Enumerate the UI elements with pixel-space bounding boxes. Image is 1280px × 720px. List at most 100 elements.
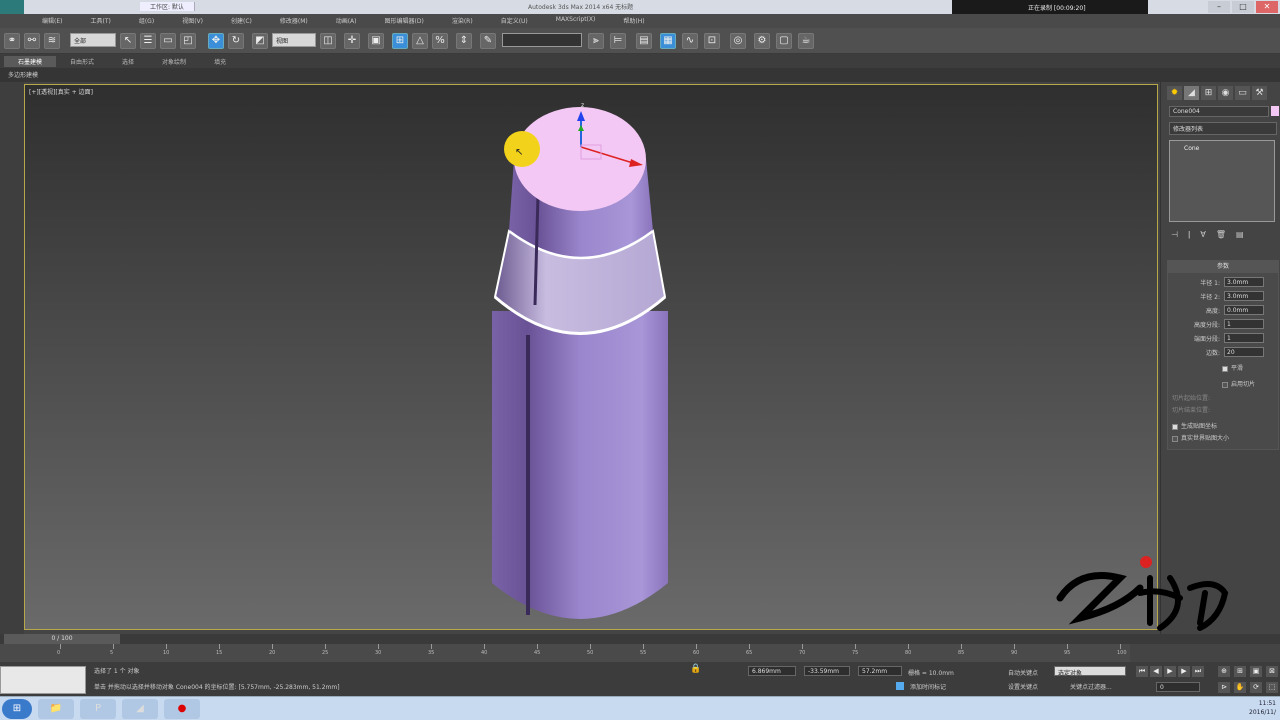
bind-space-warp-icon[interactable]: ≋	[44, 33, 60, 49]
smooth-checkbox[interactable]: 平滑	[1222, 363, 1243, 372]
next-frame-icon[interactable]: ▶	[1178, 666, 1190, 677]
track-bar[interactable]: 0 5 10 15 20 25 30 35 40 45 50 55 60 65 70 75 80 85 90 95 10…	[0, 644, 1130, 662]
unlink-icon[interactable]: ⚯	[24, 33, 40, 49]
3dsmax-icon[interactable]: ◢	[122, 699, 158, 719]
remove-modifier-icon[interactable]: 🗑	[1216, 230, 1226, 239]
zoom-extents-icon[interactable]: ▣	[1250, 666, 1262, 677]
menu-animation[interactable]: 动画(A)	[322, 16, 371, 25]
maximize-button[interactable]: □	[1232, 1, 1254, 13]
y-coord-field[interactable]: -33.59mm	[804, 666, 850, 676]
maximize-viewport-icon[interactable]: ⬚	[1266, 682, 1278, 693]
layer-manager-icon[interactable]: ▤	[636, 33, 652, 49]
orbit-icon[interactable]: ⟳	[1250, 682, 1262, 693]
link-icon[interactable]: ⚭	[4, 33, 20, 49]
photoshop-icon[interactable]: P	[80, 699, 116, 719]
menu-rendering[interactable]: 渲染(R)	[438, 16, 487, 25]
hierarchy-tab-icon[interactable]: ⊞	[1201, 86, 1216, 100]
file-explorer-icon[interactable]: 📁	[38, 699, 74, 719]
key-filters-button[interactable]: 关键点过滤器...	[1070, 682, 1112, 691]
menu-views[interactable]: 视图(V)	[168, 16, 217, 25]
lock-selection-icon[interactable]: 🔒	[690, 664, 701, 674]
display-tab-icon[interactable]: ▭	[1235, 86, 1250, 100]
tab-selection[interactable]: 选择	[108, 56, 148, 67]
selection-filter-select[interactable]: 全部	[70, 33, 116, 47]
percent-snap-icon[interactable]: %	[432, 33, 448, 49]
tab-graphite[interactable]: 石墨建模	[4, 56, 57, 67]
object-name-field[interactable]: Cone004	[1169, 106, 1269, 117]
window-crossing-icon[interactable]: ◰	[180, 33, 196, 49]
keyboard-shortcut-icon[interactable]: ▣	[368, 33, 384, 49]
menu-edit[interactable]: 编辑(E)	[28, 16, 76, 25]
spinner-snap-icon[interactable]: ⇕	[456, 33, 472, 49]
minimize-button[interactable]: –	[1208, 1, 1230, 13]
modifier-stack[interactable]: Cone	[1169, 140, 1275, 222]
pivot-center-icon[interactable]: ◫	[320, 33, 336, 49]
zoom-extents-all-icon[interactable]: ⊠	[1266, 666, 1278, 677]
utilities-tab-icon[interactable]: ⚒	[1252, 86, 1267, 100]
menu-customize[interactable]: 自定义(U)	[487, 16, 542, 25]
modifier-list-select[interactable]: 修改器列表	[1169, 122, 1277, 135]
menu-graph-editors[interactable]: 图形编辑器(D)	[371, 16, 438, 25]
set-key-button[interactable]: 设置关键点	[1008, 682, 1038, 691]
prev-frame-icon[interactable]: ◀	[1150, 666, 1162, 677]
menu-maxscript[interactable]: MAXScript(X)	[542, 16, 610, 25]
tab-object-paint[interactable]: 对象绘制	[148, 56, 200, 67]
select-object-icon[interactable]: ↖	[120, 33, 136, 49]
close-button[interactable]: ✕	[1256, 1, 1278, 13]
menu-help[interactable]: 帮助(H)	[609, 16, 658, 25]
pan-icon[interactable]: ✋	[1234, 682, 1246, 693]
workspace-selector[interactable]: 工作区: 默认	[140, 2, 195, 11]
show-end-result-icon[interactable]: ǀ	[1188, 230, 1190, 239]
render-production-icon[interactable]: ☕	[798, 33, 814, 49]
real-world-map-checkbox[interactable]: 真实世界贴图大小	[1172, 433, 1229, 442]
tab-freeform[interactable]: 自由形式	[56, 56, 108, 67]
edit-named-sets-icon[interactable]: ✎	[480, 33, 496, 49]
snap-toggle-icon[interactable]: ⊞	[392, 33, 408, 49]
configure-sets-icon[interactable]: ▤	[1236, 230, 1244, 239]
graphite-toggle-icon[interactable]: ▦	[660, 33, 676, 49]
maxscript-listener[interactable]	[0, 666, 86, 694]
stack-item-cone[interactable]: Cone	[1184, 145, 1199, 152]
menu-tools[interactable]: 工具(T)	[76, 16, 124, 25]
pin-stack-icon[interactable]: ⊣	[1171, 230, 1178, 239]
reference-coord-select[interactable]: 视图	[272, 33, 316, 47]
modify-tab-icon[interactable]: ◢	[1184, 86, 1199, 100]
create-tab-icon[interactable]: ✹	[1167, 86, 1182, 100]
menu-modifiers[interactable]: 修改器(M)	[266, 16, 322, 25]
x-coord-field[interactable]: 6.869mm	[748, 666, 796, 676]
time-slider[interactable]: 0 / 100	[4, 634, 120, 644]
zoom-all-icon[interactable]: ⊞	[1234, 666, 1246, 677]
rollout-title[interactable]: 参数	[1168, 261, 1278, 273]
time-tag-icon[interactable]	[896, 682, 904, 690]
start-button-icon[interactable]: ⊞	[2, 699, 32, 719]
slice-on-checkbox[interactable]: 启用切片	[1222, 379, 1255, 388]
auto-key-button[interactable]: 自动关键点	[1008, 668, 1038, 677]
object-color-swatch[interactable]	[1271, 106, 1279, 116]
select-by-name-icon[interactable]: ☰	[140, 33, 156, 49]
gen-map-coords-checkbox[interactable]: 生成贴图坐标	[1172, 421, 1217, 430]
perspective-viewport[interactable]: [+][透视][真实 + 边面] ↖ z	[24, 84, 1158, 630]
add-time-tag[interactable]: 添加时间标记	[910, 682, 946, 691]
key-selected-select[interactable]: 选定对象	[1054, 666, 1126, 677]
menu-group[interactable]: 组(G)	[125, 16, 168, 25]
curve-editor-icon[interactable]: ∿	[682, 33, 698, 49]
go-to-start-icon[interactable]: ⏮	[1136, 666, 1148, 677]
rendered-frame-icon[interactable]: ▢	[776, 33, 792, 49]
select-manipulate-icon[interactable]: ✛	[344, 33, 360, 49]
select-rotate-icon[interactable]: ↻	[228, 33, 244, 49]
play-icon[interactable]: ▶	[1164, 666, 1176, 677]
recorder-icon[interactable]: ●	[164, 699, 200, 719]
schematic-view-icon[interactable]: ⊡	[704, 33, 720, 49]
align-icon[interactable]: ⊨	[610, 33, 626, 49]
z-coord-field[interactable]: 57.2mm	[858, 666, 902, 676]
select-scale-icon[interactable]: ◩	[252, 33, 268, 49]
mirror-icon[interactable]: ⫸	[588, 33, 604, 49]
fov-icon[interactable]: ⊳	[1218, 682, 1230, 693]
motion-tab-icon[interactable]: ◉	[1218, 86, 1233, 100]
named-selection-set[interactable]	[502, 33, 582, 47]
polygon-modeling-label[interactable]: 多边形建模	[8, 70, 38, 79]
make-unique-icon[interactable]: ∀	[1200, 230, 1205, 239]
current-frame-field[interactable]: 0	[1156, 682, 1200, 692]
select-move-icon[interactable]: ✥	[208, 33, 224, 49]
zoom-icon[interactable]: ⊕	[1218, 666, 1230, 677]
